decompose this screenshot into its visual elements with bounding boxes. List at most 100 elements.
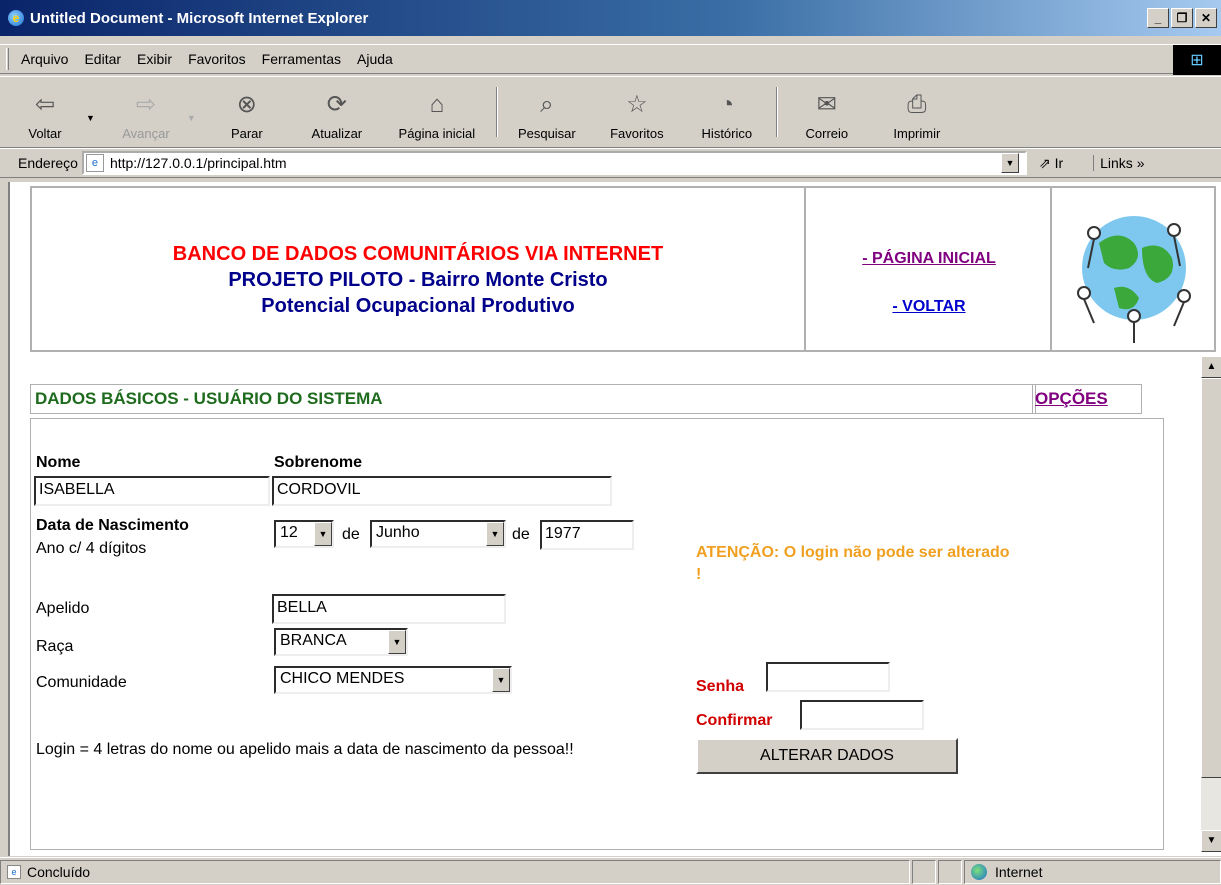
comunidade-select[interactable]: CHICO MENDES ▼ [274, 666, 512, 694]
scroll-thumb[interactable] [1201, 378, 1221, 778]
menu-editar[interactable]: Editar [84, 51, 121, 67]
chevron-down-icon: ▼ [314, 522, 332, 546]
de-label-1: de [342, 526, 360, 543]
address-dropdown-button[interactable]: ▼ [1000, 153, 1019, 173]
print-icon: ⎙ [907, 91, 927, 118]
forward-dropdown-icon[interactable]: ▼ [187, 113, 196, 123]
mail-button[interactable]: ✉ Correio [782, 79, 872, 147]
senha-field[interactable] [766, 662, 890, 692]
maximize-button[interactable]: ❐ [1171, 8, 1193, 28]
close-button[interactable]: ✕ [1195, 8, 1217, 28]
mail-icon: ✉ [816, 91, 837, 118]
confirmar-label: Confirmar [696, 712, 773, 729]
day-select[interactable]: 12 ▼ [274, 520, 334, 548]
menu-favoritos[interactable]: Favoritos [188, 51, 246, 67]
address-label: Endereço [18, 155, 78, 171]
login-warning: ATENÇÃO: O login não pode ser alterado ! [696, 544, 1010, 583]
chevron-down-icon: ▼ [388, 630, 406, 654]
go-button[interactable]: ⇗ Ir [1039, 155, 1063, 172]
favorites-button[interactable]: ☆ Favoritos [592, 79, 682, 147]
history-button[interactable]: ◔ Histórico [682, 79, 772, 147]
menu-exibir[interactable]: Exibir [137, 51, 172, 67]
nascimento-hint: Ano c/ 4 dígitos [36, 540, 147, 557]
home-link[interactable]: - PÁGINA INICIAL [808, 250, 1050, 268]
forward-arrow-icon: ⇨ [135, 91, 156, 118]
login-note: Login = 4 letras do nome ou apelido mais… [36, 741, 574, 758]
internet-zone-icon [971, 863, 987, 880]
search-icon: ⌕ [540, 91, 554, 118]
raca-select[interactable]: BRANCA ▼ [274, 628, 408, 656]
alterar-dados-button[interactable]: ALTERAR DADOS [696, 738, 958, 774]
senha-label: Senha [696, 678, 745, 695]
menu-ajuda[interactable]: Ajuda [357, 51, 393, 67]
year-field[interactable]: 1977 [540, 520, 634, 550]
back-arrow-icon: ⇦ [34, 91, 56, 118]
header-links-cell: - PÁGINA INICIAL - VOLTAR [808, 188, 1052, 350]
nome-field[interactable]: ISABELLA [34, 476, 270, 506]
page-viewport: BANCO DE DADOS COMUNITÁRIOS VIA INTERNET… [8, 182, 1221, 856]
chevron-down-icon: ▼ [492, 668, 510, 692]
menu-ferramentas[interactable]: Ferramentas [262, 51, 341, 67]
confirmar-field[interactable] [800, 700, 924, 730]
toolbar-separator [495, 87, 498, 137]
stop-button[interactable]: ⊗ Parar [202, 79, 292, 147]
page-icon: e [85, 154, 104, 172]
security-zone: Internet [964, 859, 1221, 884]
section-title: DADOS BÁSICOS - USUÁRIO DO SISTEMA [30, 384, 1036, 414]
windows-logo-icon: ⊞ [1173, 45, 1221, 75]
favorites-icon: ☆ [626, 91, 648, 118]
nome-label: Nome [36, 454, 81, 471]
header-title-cell: BANCO DE DADOS COMUNITÁRIOS VIA INTERNET… [32, 188, 806, 350]
title-bar: e Untitled Document - Microsoft Internet… [0, 0, 1221, 36]
back-link[interactable]: - VOLTAR [808, 298, 1050, 316]
history-icon: ◔ [719, 91, 735, 118]
minimize-button[interactable]: _ [1147, 8, 1169, 28]
nascimento-label: Data de Nascimento [36, 517, 189, 534]
status-panel [912, 859, 936, 884]
scroll-up-icon[interactable]: ▲ [1201, 356, 1221, 378]
sobrenome-field[interactable]: CORDOVIL [272, 476, 612, 506]
scroll-down-icon[interactable]: ▼ [1201, 830, 1221, 852]
apelido-label: Apelido [36, 600, 90, 617]
browser-window: e Untitled Document - Microsoft Internet… [0, 0, 1221, 885]
status-bar: e Concluído Internet [0, 857, 1221, 885]
menu-arquivo[interactable]: Arquivo [21, 51, 68, 67]
comunidade-label: Comunidade [36, 674, 127, 691]
toolbar-separator [775, 87, 778, 137]
page-done-icon: e [7, 864, 21, 879]
vertical-scrollbar[interactable]: ▲ ▼ [1200, 356, 1221, 852]
forward-button[interactable]: ⇨ Avançar [101, 79, 191, 147]
home-icon: ⌂ [429, 91, 445, 118]
header-title: BANCO DE DADOS COMUNITÁRIOS VIA INTERNET [172, 243, 664, 265]
stop-icon: ⊗ [236, 91, 257, 118]
address-input[interactable]: e http://127.0.0.1/principal.htm [81, 151, 1027, 175]
status-text-panel: e Concluído [0, 859, 910, 884]
menu-grip [6, 48, 9, 70]
status-panel [938, 859, 962, 884]
window-title: Untitled Document - Microsoft Internet E… [30, 9, 369, 27]
refresh-button[interactable]: ⟳ Atualizar [292, 79, 382, 147]
header-subtitle-2: Potencial Ocupacional Produtivo [261, 295, 575, 317]
options-link[interactable]: OPÇÕES [1032, 384, 1142, 414]
raca-label: Raça [36, 638, 74, 655]
refresh-icon: ⟳ [326, 91, 347, 118]
back-dropdown-icon[interactable]: ▼ [86, 113, 95, 123]
address-url: http://127.0.0.1/principal.htm [109, 155, 287, 171]
header-subtitle: PROJETO PILOTO - Bairro Monte Cristo [228, 269, 608, 291]
de-label-2: de [512, 526, 530, 543]
apelido-field[interactable]: BELLA [272, 594, 506, 624]
month-select[interactable]: Junho ▼ [370, 520, 506, 548]
toolbar: ⇦ Voltar ▼ ⇨ Avançar ▼ ⊗ Parar ⟳ Atualizar ⌂… [0, 76, 1221, 148]
ie-logo-icon: e [8, 10, 24, 26]
links-button[interactable]: Links » [1093, 155, 1145, 171]
print-button[interactable]: ⎙ Imprimir [872, 79, 962, 147]
header-table: BANCO DE DADOS COMUNITÁRIOS VIA INTERNET… [30, 186, 1216, 352]
search-button[interactable]: ⌕ Pesquisar [502, 79, 592, 147]
globe-clipart [1054, 188, 1214, 350]
menu-bar: Arquivo Editar Exibir Favoritos Ferramen… [0, 44, 1221, 75]
chevron-down-icon: ▼ [486, 522, 504, 546]
home-button[interactable]: ⌂ Página inicial [382, 79, 492, 147]
address-bar: Endereço e http://127.0.0.1/principal.ht… [0, 148, 1221, 178]
sobrenome-label: Sobrenome [274, 454, 363, 471]
back-button[interactable]: ⇦ Voltar [0, 79, 90, 147]
